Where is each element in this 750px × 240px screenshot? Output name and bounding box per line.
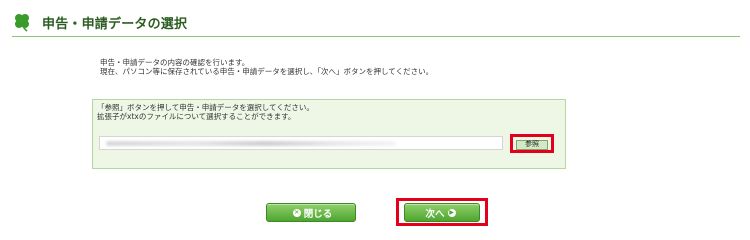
page-title: 申告・申請データの選択	[42, 16, 188, 32]
browse-button[interactable]: 参照	[516, 140, 548, 150]
panel-text: 「参照」ボタンを押して申告・申請データを選択してください。 拡張子がxtxのファ…	[97, 103, 314, 121]
file-select-panel: 「参照」ボタンを押して申告・申請データを選択してください。 拡張子がxtxのファ…	[92, 99, 566, 169]
instruction-line-1: 申告・申請データの内容の確認を行います。	[100, 58, 250, 67]
page: 申告・申請データの選択 申告・申請データの内容の確認を行います。 現在、パソコン…	[0, 0, 750, 240]
blurred-file-path	[106, 141, 396, 146]
clover-icon	[15, 14, 29, 32]
browse-highlight-box: 参照	[510, 134, 554, 153]
next-button-label: 次へ	[425, 208, 445, 220]
page-header: 申告・申請データの選択	[12, 8, 740, 37]
next-button[interactable]: 次へ ▶	[404, 203, 480, 222]
instructions: 申告・申請データの内容の確認を行います。 現在、パソコン等に保存されている申告・…	[100, 58, 433, 76]
panel-line-1: 「参照」ボタンを押して申告・申請データを選択してください。	[97, 103, 314, 112]
close-circle-icon: ✕	[292, 208, 301, 217]
close-button-label: 閉じる	[303, 208, 333, 220]
arrow-circle-icon: ▶	[447, 208, 456, 217]
panel-line-2: 拡張子がxtxのファイルについて選択することができます。	[97, 112, 296, 121]
next-highlight-box: 次へ ▶	[396, 198, 488, 226]
instruction-line-2: 現在、パソコン等に保存されている申告・申請データを選択し、「次へ」ボタンを押して…	[100, 67, 434, 76]
close-button[interactable]: ✕ 閉じる	[266, 203, 356, 222]
file-path-input[interactable]	[99, 136, 503, 150]
